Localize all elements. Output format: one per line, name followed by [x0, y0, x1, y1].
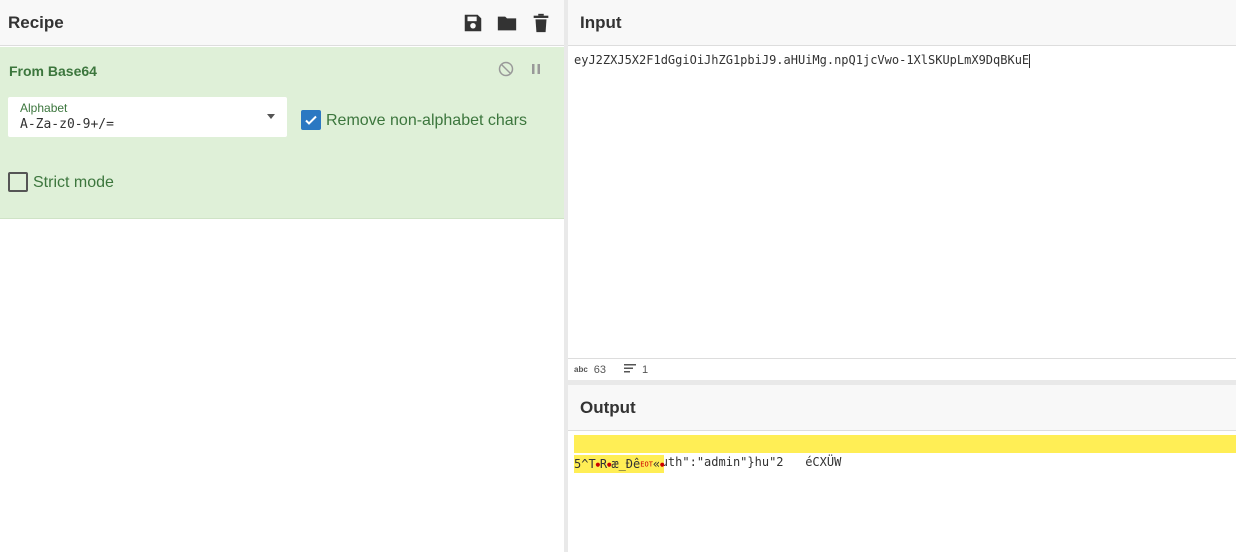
input-lines: 1 [642, 363, 649, 376]
recipe-panel: Recipe From Base64 Alphabet A-Za-z0-9+/=… [0, 0, 564, 552]
input-length: 63 [593, 363, 607, 376]
text-cursor [1029, 53, 1031, 68]
input-header: Input [568, 0, 1236, 46]
input-textarea[interactable]: eyJ2ZXJ5X2F1dGgiOiJhZG1pbiJ9.aHUiMg.npQ1… [574, 53, 1236, 68]
strict-mode-checkbox[interactable] [8, 172, 28, 192]
output-text-2a: 5^T [574, 457, 596, 471]
lines-icon [624, 363, 637, 376]
from-base64-operation: From Base64 Alphabet A-Za-z0-9+/= Remove… [0, 47, 564, 219]
strict-mode-label: Strict mode [33, 174, 114, 191]
output-header: Output [568, 385, 1236, 431]
folder-icon[interactable] [496, 12, 518, 34]
input-text: eyJ2ZXJ5X2F1dGgiOiJhZG1pbiJ9.aHUiMg.npQ1… [574, 53, 1030, 67]
output-line-1: {"very_auth":"admin"}hu"2 éCXÜW [574, 435, 1236, 469]
output-title: Output [580, 397, 636, 417]
recipe-header: Recipe [0, 0, 564, 46]
remove-non-alphabet-label: Remove non-alphabet chars [326, 112, 528, 129]
operation-title: From Base64 [9, 63, 97, 79]
disable-icon[interactable] [498, 61, 514, 77]
output-header-wrap: Output [568, 385, 1236, 431]
length-icon: abc [574, 365, 588, 374]
alphabet-label: Alphabet [20, 101, 68, 115]
pause-icon[interactable] [528, 61, 544, 77]
chevron-down-icon[interactable] [267, 114, 275, 119]
alphabet-select[interactable]: Alphabet A-Za-z0-9+/= [8, 97, 287, 137]
remove-non-alphabet-checkbox[interactable] [301, 110, 321, 130]
eot-control-char: EOT [640, 460, 653, 469]
recipe-title: Recipe [8, 12, 64, 32]
io-panel: Input eyJ2ZXJ5X2F1dGgiOiJhZG1pbiJ9.aHUiM… [568, 0, 1236, 552]
input-status-bar: abc 63 1 [568, 358, 1236, 380]
trash-icon[interactable] [530, 12, 552, 34]
alphabet-value: A-Za-z0-9+/= [20, 117, 114, 132]
output-text-2c: æ_Ðê [611, 457, 641, 471]
input-title: Input [580, 12, 622, 32]
save-icon[interactable] [462, 12, 484, 34]
output-line-2: 5^T●R●æ_ÐêEOT«● [574, 455, 665, 473]
control-char-dot: ● [660, 460, 665, 469]
